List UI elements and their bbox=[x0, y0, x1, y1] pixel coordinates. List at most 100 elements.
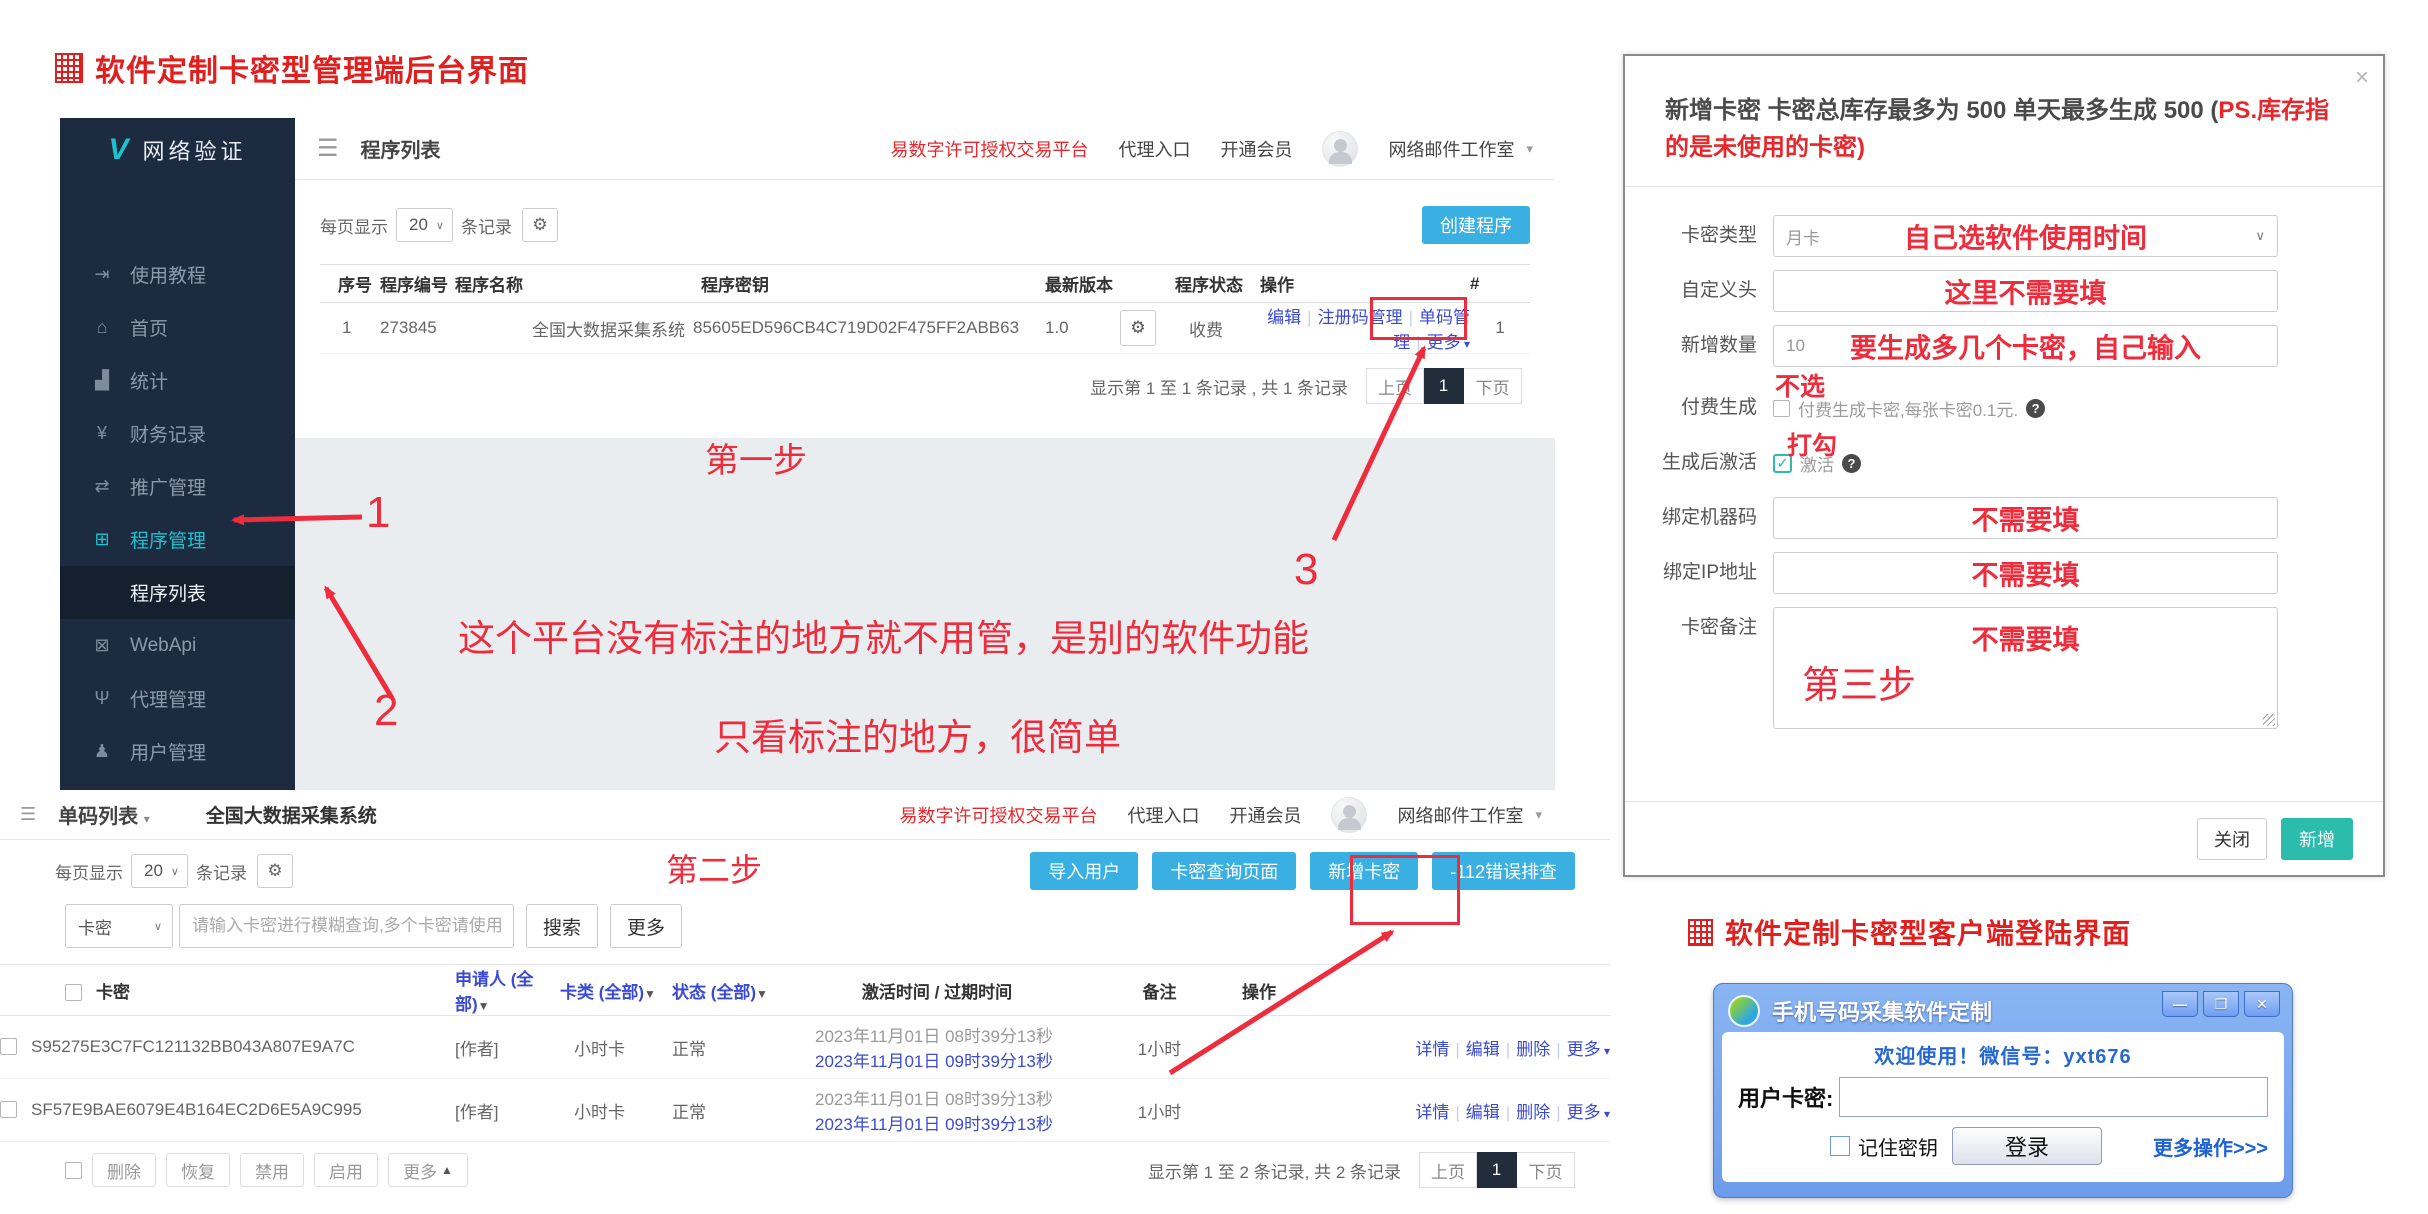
close-button[interactable]: ✕ bbox=[2244, 991, 2280, 1017]
detail-link[interactable]: 详情 bbox=[1415, 1103, 1449, 1122]
card-type-filter[interactable]: 卡类 (全部) bbox=[560, 983, 644, 1002]
chevron-down-icon: ∨ bbox=[154, 920, 162, 933]
row-checkbox[interactable] bbox=[0, 1101, 17, 1118]
applicant-filter[interactable]: 申请人 (全部) bbox=[455, 970, 533, 1014]
more-link[interactable]: 更多 bbox=[1567, 1040, 1601, 1059]
delete-link[interactable]: 删除 bbox=[1516, 1103, 1550, 1122]
expiry-time[interactable]: 2023年11月01日 09时39分13秒 bbox=[815, 1047, 1077, 1072]
key-table: 卡密 申请人 (全部)▼ 卡类 (全部)▼ 状态 (全部)▼ 激活时间 / 过期… bbox=[0, 964, 1610, 1142]
more-link[interactable]: 更多 bbox=[1567, 1103, 1601, 1122]
status-filter[interactable]: 状态 (全部) bbox=[672, 983, 756, 1002]
select-all-checkbox[interactable] bbox=[65, 1162, 82, 1179]
open-member-link[interactable]: 开通会员 bbox=[1220, 136, 1292, 162]
account-name[interactable]: 网络邮件工作室 bbox=[1388, 136, 1514, 162]
field-label: 绑定机器码 bbox=[1625, 497, 1773, 539]
search-button[interactable]: 搜索 bbox=[526, 904, 598, 948]
hamburger-icon[interactable]: ☰ bbox=[317, 134, 339, 163]
detail-link[interactable]: 详情 bbox=[1415, 1040, 1449, 1059]
machine-code-input[interactable]: 不需要填 bbox=[1773, 497, 2278, 539]
sidebar-item-webapi[interactable]: ⊠ WebApi bbox=[60, 619, 295, 672]
row-checkbox[interactable] bbox=[0, 1038, 17, 1055]
per-page-select[interactable]: 20 ∨ bbox=[131, 854, 188, 888]
help-icon[interactable]: ? bbox=[1842, 454, 1861, 473]
select-all-checkbox[interactable] bbox=[65, 984, 82, 1001]
import-users-button[interactable]: 导入用户 bbox=[1030, 852, 1138, 890]
sidebar-item-user-management[interactable]: ♟ 用户管理 bbox=[60, 725, 295, 778]
search-filter-value: 卡密 bbox=[78, 914, 112, 939]
field-key-type: 卡密类型 月卡 自己选软件使用时间 ∨ bbox=[1625, 215, 2383, 257]
modal-submit-button[interactable]: 新增 bbox=[2281, 818, 2353, 860]
row-gear-button[interactable]: ⚙ bbox=[1120, 310, 1156, 346]
key-type-select[interactable]: 月卡 自己选软件使用时间 ∨ bbox=[1773, 215, 2278, 257]
create-program-button[interactable]: 创建程序 bbox=[1422, 206, 1530, 244]
client-login-window: 手机号码采集软件定制 — ❐ ✕ 欢迎使用！微信号：yxt676 用户卡密: 记… bbox=[1713, 983, 2293, 1198]
delete-link[interactable]: 删除 bbox=[1516, 1040, 1550, 1059]
help-icon[interactable]: ? bbox=[2026, 399, 2045, 418]
per-page-select[interactable]: 20 ∨ bbox=[396, 208, 453, 242]
key-note-textarea[interactable]: 不需要填 第三步 bbox=[1773, 607, 2278, 729]
remember-key-checkbox[interactable] bbox=[1830, 1136, 1850, 1156]
platform-link[interactable]: 易数字许可授权交易平台 bbox=[890, 136, 1088, 162]
open-member-link[interactable]: 开通会员 bbox=[1229, 802, 1301, 828]
user-key-input[interactable] bbox=[1839, 1077, 2268, 1117]
minimize-button[interactable]: — bbox=[2162, 991, 2198, 1017]
sidebar-item-program-management[interactable]: ⊞ 程序管理 bbox=[60, 513, 295, 566]
avatar[interactable] bbox=[1331, 797, 1367, 833]
hamburger-icon[interactable]: ☰ bbox=[20, 804, 36, 825]
user-icon: ♟ bbox=[90, 741, 114, 762]
brand[interactable]: V 网络验证 bbox=[60, 118, 295, 182]
search-filter-select[interactable]: 卡密 ∨ bbox=[65, 904, 173, 948]
panel2-footer: 删除 恢复 禁用 启用 更多▲ 显示第 1 至 2 条记录, 共 2 条记录 上… bbox=[0, 1142, 1610, 1188]
modal-close-button[interactable]: 关闭 bbox=[2197, 818, 2267, 860]
agent-entry-link[interactable]: 代理入口 bbox=[1118, 136, 1190, 162]
bulk-more-label: 更多 bbox=[403, 1158, 437, 1183]
resize-handle-icon[interactable] bbox=[2263, 714, 2275, 726]
ip-address-input[interactable]: 不需要填 bbox=[1773, 552, 2278, 594]
sidebar-item-stats[interactable]: ▟ 统计 bbox=[60, 354, 295, 407]
sidebar-item-finance[interactable]: ¥ 财务记录 bbox=[60, 407, 295, 460]
count-input[interactable]: 10 要生成多几个卡密，自己输入 bbox=[1773, 325, 2278, 367]
maximize-button[interactable]: ❐ bbox=[2203, 991, 2239, 1017]
edit-link[interactable]: 编辑 bbox=[1466, 1040, 1500, 1059]
home-icon: ⌂ bbox=[90, 317, 114, 338]
bulk-restore-button[interactable]: 恢复 bbox=[166, 1153, 230, 1187]
bulk-enable-button[interactable]: 启用 bbox=[314, 1153, 378, 1187]
search-more-button[interactable]: 更多 bbox=[610, 904, 682, 948]
key-query-page-button[interactable]: 卡密查询页面 bbox=[1152, 852, 1296, 890]
edit-link[interactable]: 编辑 bbox=[1466, 1103, 1500, 1122]
bulk-more-button[interactable]: 更多▲ bbox=[388, 1153, 468, 1187]
sidebar-item-promotion[interactable]: ⇄ 推广管理 bbox=[60, 460, 295, 513]
sidebar-item-tutorial[interactable]: ⇥ 使用教程 bbox=[60, 248, 295, 301]
next-page-button[interactable]: 下页 bbox=[1517, 1152, 1575, 1188]
edit-link[interactable]: 编辑 bbox=[1267, 308, 1301, 327]
sidebar-item-program-list[interactable]: 程序列表 bbox=[60, 566, 295, 619]
bulk-delete-button[interactable]: 删除 bbox=[92, 1153, 156, 1187]
columns-gear-button[interactable]: ⚙ bbox=[522, 208, 558, 242]
sidebar-item-agent-management[interactable]: Ψ 代理管理 bbox=[60, 672, 295, 725]
client-logo-icon bbox=[1728, 995, 1760, 1027]
expiry-time[interactable]: 2023年11月01日 09时39分13秒 bbox=[815, 1110, 1077, 1135]
agent-entry-link[interactable]: 代理入口 bbox=[1127, 802, 1199, 828]
client-titlebar[interactable]: 手机号码采集软件定制 — ❐ ✕ bbox=[1722, 990, 2284, 1032]
sidebar-item-label: 推广管理 bbox=[130, 473, 206, 500]
sidebar-item-home[interactable]: ⌂ 首页 bbox=[60, 301, 295, 354]
search-input[interactable] bbox=[179, 904, 514, 948]
page-1-button[interactable]: 1 bbox=[1424, 368, 1464, 404]
prev-page-button[interactable]: 上页 bbox=[1366, 368, 1424, 404]
close-icon[interactable]: × bbox=[2355, 64, 2369, 92]
login-button[interactable]: 登录 bbox=[1952, 1127, 2102, 1165]
annotation-hint: 这里不需要填 bbox=[1774, 272, 2277, 311]
platform-link[interactable]: 易数字许可授权交易平台 bbox=[899, 802, 1097, 828]
panel2-title[interactable]: 单码列表 ▾ bbox=[58, 800, 150, 829]
more-actions-link[interactable]: 更多操作>>> bbox=[2153, 1132, 2268, 1161]
columns-gear-button[interactable]: ⚙ bbox=[257, 854, 293, 888]
bulk-disable-button[interactable]: 禁用 bbox=[240, 1153, 304, 1187]
page-1-button[interactable]: 1 bbox=[1477, 1152, 1517, 1188]
field-label: 新增数量 bbox=[1625, 325, 1773, 367]
custom-prefix-input[interactable]: 这里不需要填 bbox=[1773, 270, 2278, 312]
avatar[interactable] bbox=[1322, 131, 1358, 167]
next-page-button[interactable]: 下页 bbox=[1464, 368, 1522, 404]
account-name[interactable]: 网络邮件工作室 bbox=[1397, 802, 1523, 828]
prev-page-button[interactable]: 上页 bbox=[1419, 1152, 1477, 1188]
col-version: 最新版本 bbox=[1045, 265, 1120, 303]
